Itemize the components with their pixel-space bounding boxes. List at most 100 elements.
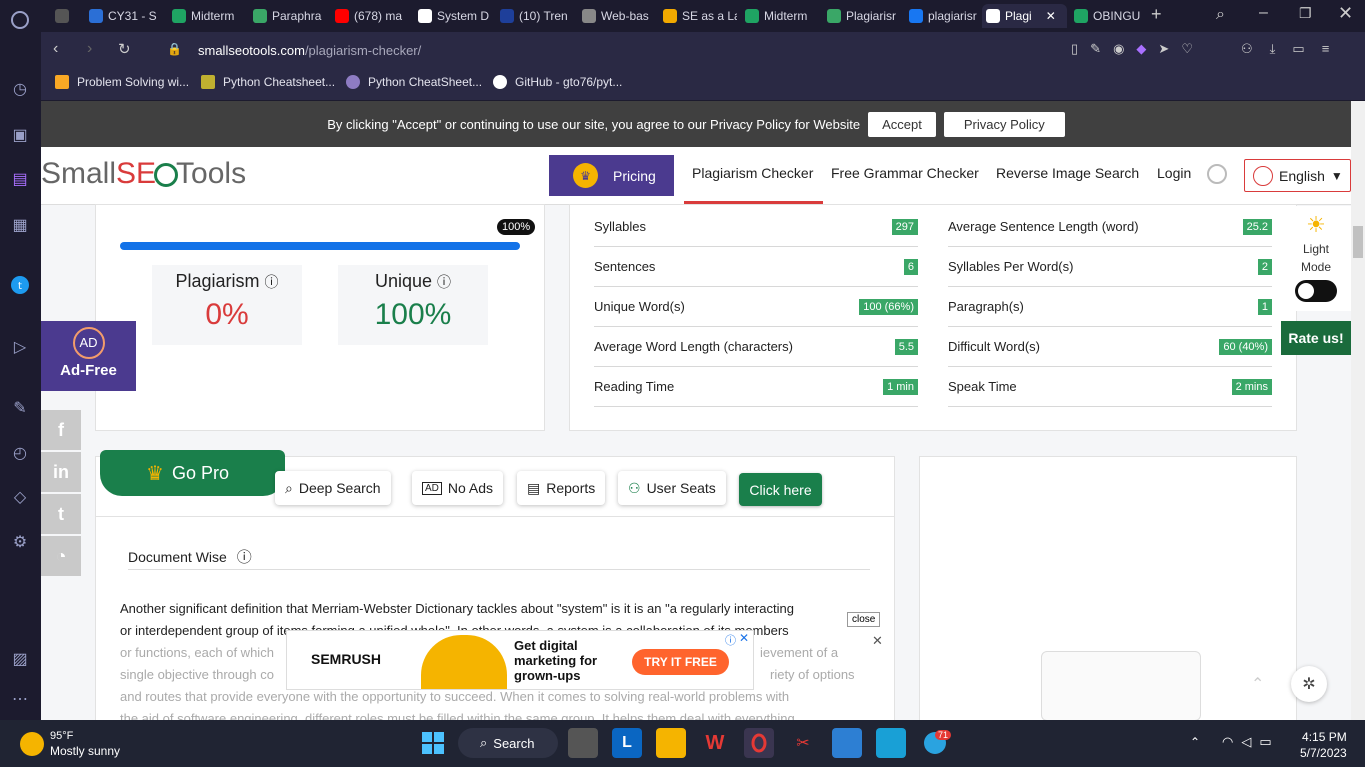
- twitter-icon[interactable]: t: [9, 274, 31, 296]
- twitter-share-icon[interactable]: t: [41, 494, 81, 534]
- info-icon[interactable]: ⓘ: [237, 549, 252, 566]
- close-window-icon[interactable]: ✕: [1338, 3, 1353, 24]
- send-icon[interactable]: ➤: [1158, 41, 1181, 56]
- feature-deep-search[interactable]: ⌕ Deep Search: [275, 471, 391, 505]
- tray-chevron-icon[interactable]: ⌃: [1190, 735, 1200, 749]
- battery-icon[interactable]: ▭: [1259, 734, 1279, 749]
- ad-info-icon[interactable]: ⓘ: [725, 632, 736, 648]
- ad-close-button[interactable]: close: [847, 612, 881, 627]
- bookmark-item[interactable]: GitHub - gto76/pyt...: [493, 75, 622, 89]
- app-l-icon[interactable]: L: [612, 728, 642, 758]
- wps-icon[interactable]: W: [700, 728, 730, 758]
- url-field[interactable]: smallseotools.com/plagiarism-checker/: [198, 43, 421, 58]
- scroll-top-icon[interactable]: ⌃: [1251, 674, 1264, 694]
- linkedin-share-icon[interactable]: in: [41, 452, 81, 492]
- reader-icon[interactable]: ▯: [1071, 41, 1090, 56]
- twitch-icon[interactable]: ▤: [9, 168, 31, 190]
- gallery-icon[interactable]: ▨: [9, 648, 31, 670]
- battery-icon[interactable]: ▭: [1292, 41, 1321, 56]
- page-scrollbar[interactable]: [1351, 101, 1365, 720]
- opera-logo-icon[interactable]: [9, 9, 31, 31]
- lock-icon[interactable]: 🔒: [167, 42, 182, 56]
- rate-us-button[interactable]: Rate us!: [1281, 321, 1351, 355]
- privacy-policy-button[interactable]: Privacy Policy: [943, 111, 1065, 137]
- edit-icon[interactable]: ✎: [1090, 41, 1113, 56]
- ad-banner[interactable]: SEMRUSH Get digital marketing for grown-…: [286, 630, 754, 690]
- settings-icon[interactable]: ⚙: [9, 531, 31, 553]
- feature-reports[interactable]: ▤ Reports: [517, 471, 606, 505]
- go-pro-banner[interactable]: ♛ Go Pro: [100, 450, 285, 496]
- bug-report-icon[interactable]: ✲: [1291, 666, 1327, 702]
- opera-taskbar-icon[interactable]: [744, 728, 774, 758]
- forward-icon[interactable]: ›: [87, 40, 92, 58]
- menu-icon[interactable]: ≡: [1322, 41, 1347, 56]
- profile-icon[interactable]: ⚇: [1241, 41, 1270, 56]
- new-tab-icon[interactable]: +: [1151, 4, 1162, 25]
- accept-button[interactable]: Accept: [868, 111, 936, 137]
- tab-search-icon[interactable]: ⌕: [1216, 6, 1225, 24]
- nav-login[interactable]: Login: [1157, 165, 1191, 181]
- ad-free-badge[interactable]: AD Ad-Free: [41, 321, 136, 391]
- click-here-button[interactable]: Click here: [739, 473, 822, 506]
- shopping-icon[interactable]: ▣: [9, 124, 31, 146]
- tab-item[interactable]: (10) Tren: [496, 4, 574, 28]
- pinboard-icon[interactable]: ✎: [9, 397, 31, 419]
- tab-item[interactable]: plagiarisr: [905, 4, 977, 28]
- close-tab-icon[interactable]: ✕: [1046, 9, 1056, 23]
- camera-icon[interactable]: ◉: [1113, 41, 1136, 56]
- bookmark-item[interactable]: Python CheatSheet...: [346, 75, 482, 89]
- heart-icon[interactable]: ♡: [1181, 41, 1205, 56]
- search-icon[interactable]: [1207, 164, 1227, 184]
- whatsapp-share-icon[interactable]: ◔: [41, 536, 81, 576]
- feature-user-seats[interactable]: ⚇ User Seats: [618, 471, 726, 505]
- tab-item[interactable]: Web-bas: [578, 4, 656, 28]
- download-icon[interactable]: ⤓: [1270, 41, 1293, 56]
- extensions-icon[interactable]: ▦: [9, 214, 31, 236]
- speed-dial-icon[interactable]: ◷: [9, 78, 31, 100]
- maximize-icon[interactable]: ❐: [1299, 5, 1312, 22]
- tab-item[interactable]: SE as a La: [659, 4, 737, 28]
- minimize-icon[interactable]: –: [1259, 4, 1268, 22]
- start-icon[interactable]: [418, 728, 448, 758]
- info-icon[interactable]: ⓘ: [265, 274, 279, 290]
- cube-icon[interactable]: ◇: [9, 486, 31, 508]
- nav-plagiarism-checker[interactable]: Plagiarism Checker: [692, 165, 813, 181]
- scrollbar-thumb[interactable]: [1353, 226, 1363, 258]
- notepad-icon[interactable]: [876, 728, 906, 758]
- language-select[interactable]: English ▼: [1244, 159, 1351, 192]
- nav-reverse-image-search[interactable]: Reverse Image Search: [996, 165, 1139, 181]
- taskbar-search[interactable]: ⌕ Search: [458, 728, 558, 758]
- tab-item[interactable]: Midterm: [741, 4, 819, 28]
- info-icon[interactable]: ⓘ: [437, 274, 451, 290]
- tab-item[interactable]: Midterm: [168, 4, 246, 28]
- clock[interactable]: 4:15 PM 5/7/2023: [1300, 729, 1347, 761]
- history-icon[interactable]: ◴: [9, 442, 31, 464]
- tab-item[interactable]: OBINGU: [1070, 4, 1150, 28]
- close-icon[interactable]: ✕: [872, 633, 883, 649]
- site-logo[interactable]: SmallSE Tools: [41, 157, 246, 191]
- player-icon[interactable]: ▷: [9, 336, 31, 358]
- file-explorer-icon[interactable]: [656, 728, 686, 758]
- wifi-icon[interactable]: ◠: [1222, 734, 1241, 749]
- weather-widget[interactable]: 95°F Mostly sunny: [50, 729, 120, 759]
- facebook-share-icon[interactable]: f: [41, 410, 81, 450]
- volume-icon[interactable]: ◁: [1241, 734, 1259, 749]
- more-icon[interactable]: ⋯: [9, 688, 31, 710]
- nav-grammar-checker[interactable]: Free Grammar Checker: [831, 165, 979, 181]
- vpn-icon[interactable]: ◆: [1136, 41, 1158, 56]
- tab-item[interactable]: CY31 - S: [85, 4, 163, 28]
- light-mode-toggle[interactable]: [1295, 280, 1337, 302]
- tab-item[interactable]: System D: [414, 4, 492, 28]
- snipping-tool-icon[interactable]: ✂: [788, 728, 818, 758]
- tab-item[interactable]: Plagiarisr: [823, 4, 901, 28]
- photos-icon[interactable]: [832, 728, 862, 758]
- feature-no-ads[interactable]: AD No Ads: [412, 471, 504, 505]
- weather-icon[interactable]: [20, 732, 44, 756]
- tab-item[interactable]: (678) ma: [331, 4, 411, 28]
- bookmark-item[interactable]: Python Cheatsheet...: [201, 75, 335, 89]
- ad-cta-button[interactable]: TRY IT FREE: [632, 649, 729, 675]
- tab-item[interactable]: Paraphra: [249, 4, 327, 28]
- tab-item[interactable]: Plagi ✕: [982, 4, 1067, 28]
- bookmark-item[interactable]: Problem Solving wi...: [55, 75, 189, 89]
- tab-workspace[interactable]: [51, 4, 81, 28]
